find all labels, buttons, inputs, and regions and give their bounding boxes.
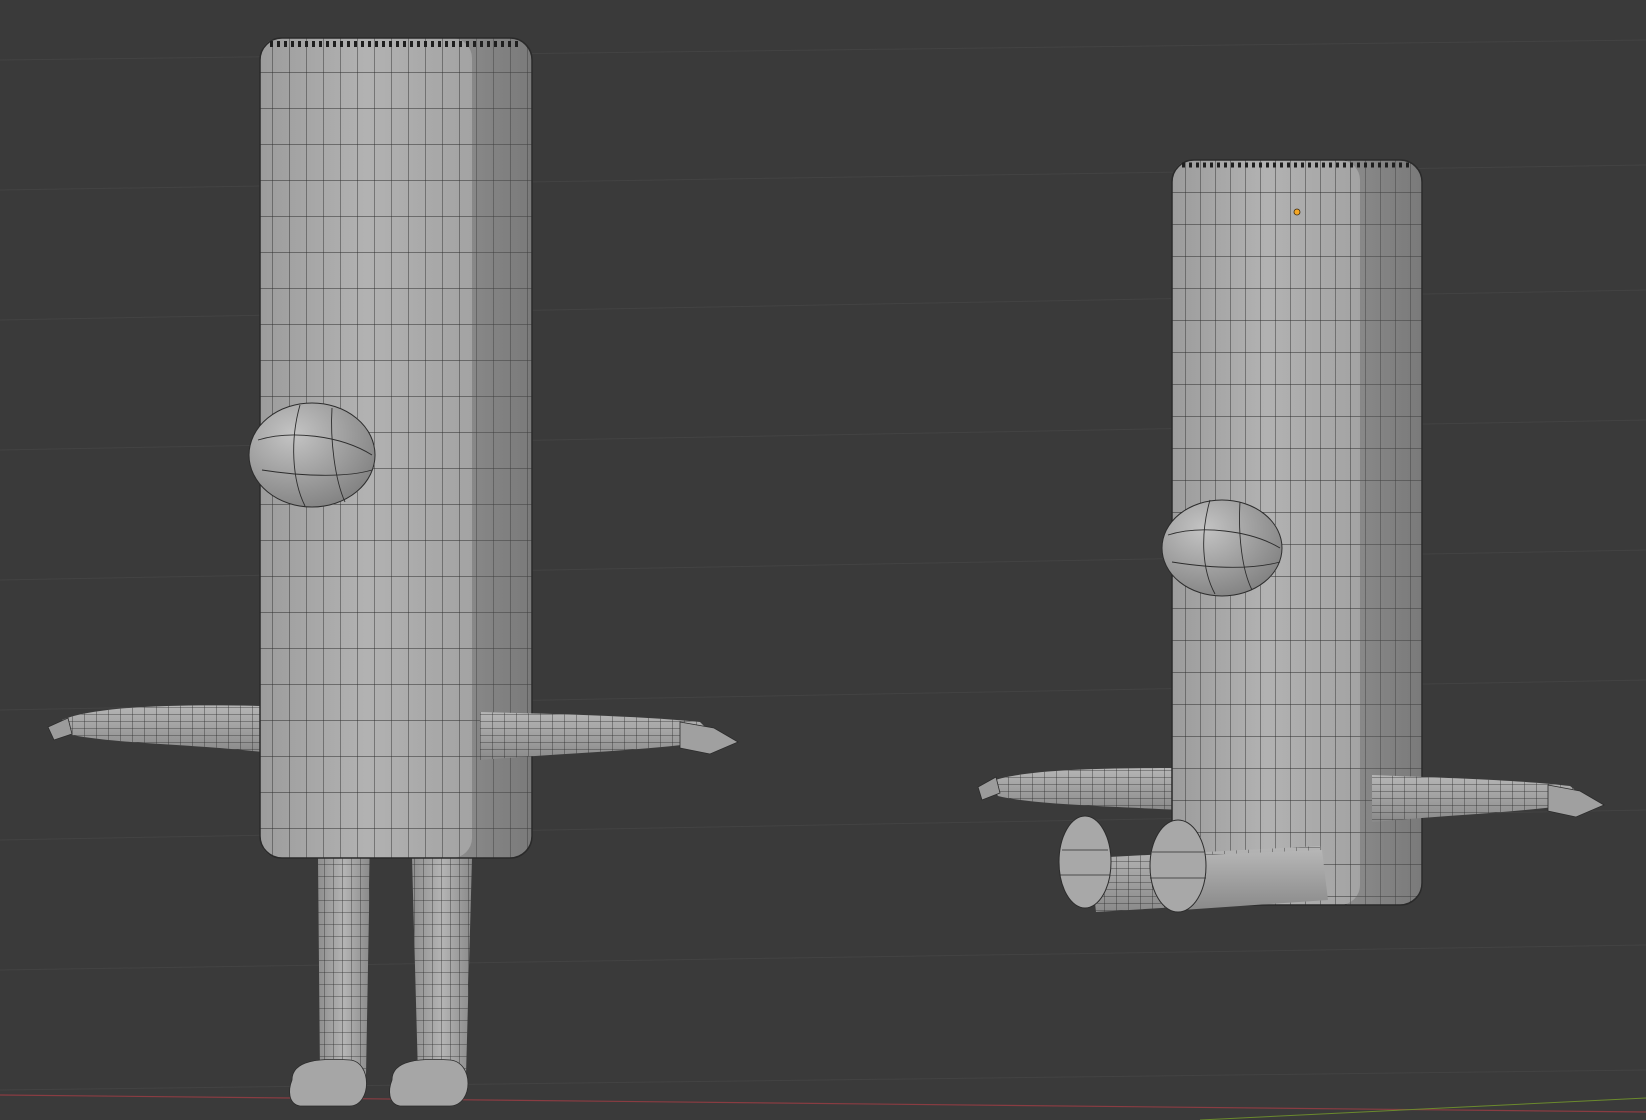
nose-sphere[interactable] [248,402,376,508]
object-origin-marker [1293,208,1301,216]
character-sitting[interactable] [977,159,1605,913]
x-axis-line [0,1094,1646,1113]
3d-viewport[interactable] [0,0,1646,1120]
left-leg[interactable] [289,858,370,1107]
nose-sphere[interactable] [1161,499,1283,597]
right-arm[interactable] [480,712,739,760]
right-arm[interactable] [1372,775,1605,822]
character-t-pose[interactable] [47,37,739,1107]
y-axis-line [1199,1097,1646,1120]
right-leg[interactable] [389,858,472,1107]
left-arm[interactable] [47,705,262,752]
left-arm[interactable] [977,768,1180,810]
